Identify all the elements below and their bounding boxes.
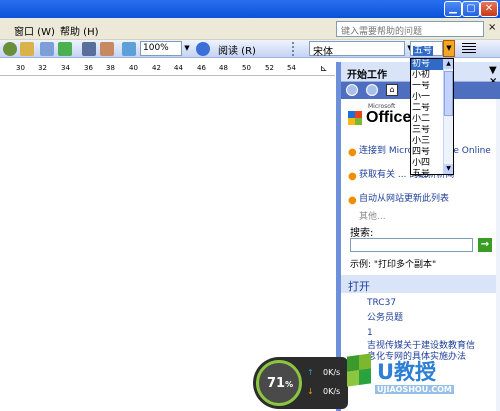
ruler-tick: 48 [219, 64, 228, 72]
font-size-option[interactable]: 一号 [411, 81, 445, 92]
ruler-tick: 40 [129, 64, 138, 72]
help-icon[interactable] [196, 42, 210, 56]
ruler-tick: 46 [197, 64, 206, 72]
windows-logo-icon [347, 353, 371, 387]
scroll-thumb[interactable] [444, 71, 453, 116]
columns-icon[interactable] [82, 42, 96, 56]
font-size-option[interactable]: 三号 [411, 125, 445, 136]
bullet-icon: ● [348, 147, 357, 158]
table-icon[interactable] [40, 42, 54, 56]
chevron-down-icon[interactable]: ▼ [443, 40, 455, 57]
toolbar-grip[interactable] [292, 42, 295, 56]
search-label: 搜索: [350, 228, 374, 239]
font-size-select[interactable]: 五号 [410, 41, 443, 56]
open-title: 打开 [348, 280, 370, 293]
upload-arrow-icon: ↑ [307, 368, 314, 377]
home-icon[interactable]: ⌂ [386, 84, 398, 96]
upload-speed: 0K/s [323, 368, 341, 377]
ruler-tick: 52 [265, 64, 274, 72]
font-size-option[interactable]: 初号 [411, 59, 445, 70]
ruler-tick: 50 [242, 64, 251, 72]
close-icon[interactable]: × [488, 22, 496, 33]
recent-file-link[interactable]: 公务员题 [367, 313, 403, 324]
horizontal-ruler[interactable]: 30 32 34 36 38 40 42 44 46 48 50 52 54 ⊾ [0, 62, 335, 76]
ruler-tick: 44 [174, 64, 183, 72]
drawing-icon[interactable] [100, 42, 114, 56]
align-justify-icon[interactable] [462, 43, 476, 54]
back-icon[interactable] [346, 84, 358, 96]
ruler-tick: 32 [38, 64, 47, 72]
ruler-tick: 42 [152, 64, 161, 72]
link-more[interactable]: 其他... [359, 209, 386, 222]
close-button[interactable]: ✕ [480, 1, 498, 17]
search-go-button[interactable]: → [478, 238, 492, 252]
zoom-select[interactable]: 100% [140, 41, 182, 56]
forward-icon[interactable] [366, 84, 378, 96]
office-logo-name: Office [366, 109, 412, 126]
document-map-icon[interactable] [122, 42, 136, 56]
font-size-option[interactable]: 二号 [411, 103, 445, 114]
menu-help[interactable]: 帮助 (H) [60, 23, 99, 38]
recent-file-link[interactable]: 1 [367, 328, 373, 339]
task-pane-scrollbar[interactable] [496, 99, 500, 411]
font-size-dropdown[interactable]: 初号 小初 一号 小一 二号 小二 三号 小三 四号 小四 五号 ▲ ▼ [410, 58, 454, 179]
gauge-percent: 71% [267, 376, 294, 391]
maximize-button[interactable]: ▢ [462, 1, 480, 17]
font-size-option[interactable]: 小二 [411, 114, 445, 125]
ruler-tick: 36 [84, 64, 93, 72]
read-button[interactable]: 阅读 (R) [218, 42, 256, 57]
font-size-option[interactable]: 五号 [411, 169, 445, 180]
office-flag-icon [348, 111, 362, 125]
network-speed-widget[interactable]: 71% ↑ 0K/s ↓ 0K/s [253, 357, 348, 409]
scroll-down-icon[interactable]: ▼ [444, 164, 453, 174]
task-pane-title: 开始工作 [347, 70, 387, 81]
open-section-header: 打开 [341, 275, 496, 293]
menu-bar: 窗口 (W) 帮助 (H) 键入需要帮助的问题 × [0, 18, 500, 40]
minimize-button[interactable]: ▁ [444, 1, 462, 17]
title-bar: ▁ ▢ ✕ [0, 0, 500, 18]
search-input[interactable] [350, 238, 473, 252]
memory-gauge: 71% [256, 360, 302, 406]
watermark-brand: U教授 [377, 360, 437, 384]
link-auto-update[interactable]: 自动从网站更新此列表 [359, 194, 491, 205]
recent-file-link[interactable]: TRC37 [367, 298, 396, 309]
bullet-icon: ● [348, 171, 357, 182]
font-size-option[interactable]: 小初 [411, 70, 445, 81]
font-size-option[interactable]: 四号 [411, 147, 445, 158]
download-speed: 0K/s [323, 387, 341, 396]
watermark-url: UJIAOSHOU.COM [375, 385, 454, 394]
font-size-option[interactable]: 小三 [411, 136, 445, 147]
copy-icon[interactable] [20, 42, 34, 56]
chevron-down-icon[interactable]: ▼ [182, 41, 192, 56]
research-icon[interactable] [3, 42, 17, 56]
bullet-icon: ● [348, 195, 357, 206]
ruler-tick: 34 [61, 64, 70, 72]
font-size-value: 五号 [413, 46, 434, 56]
ruler-tick: 54 [287, 64, 296, 72]
formatting-toolbar: 100% ▼ 阅读 (R) 宋体 ▼ 五号 ▼ [0, 40, 500, 58]
scroll-up-icon[interactable]: ▲ [444, 59, 453, 69]
ruler-tick: 30 [16, 64, 25, 72]
ruler-tick: 38 [106, 64, 115, 72]
font-size-option[interactable]: 小四 [411, 158, 445, 169]
dropdown-scrollbar[interactable]: ▲ ▼ [443, 59, 453, 174]
excel-icon[interactable] [58, 42, 72, 56]
font-name-select[interactable]: 宋体 [309, 41, 405, 58]
menu-window[interactable]: 窗口 (W) [14, 23, 55, 38]
download-arrow-icon: ↓ [307, 387, 314, 396]
font-size-option[interactable]: 小一 [411, 92, 445, 103]
recent-file-link[interactable]: 吉视传媒关于建设数教育信 [367, 341, 493, 352]
indent-marker-icon[interactable]: ⊾ [320, 64, 328, 74]
help-search-input[interactable]: 键入需要帮助的问题 [336, 21, 484, 37]
watermark: U教授 UJIAOSHOU.COM [347, 353, 477, 407]
search-example: 示例: "打印多个副本" [350, 260, 437, 270]
